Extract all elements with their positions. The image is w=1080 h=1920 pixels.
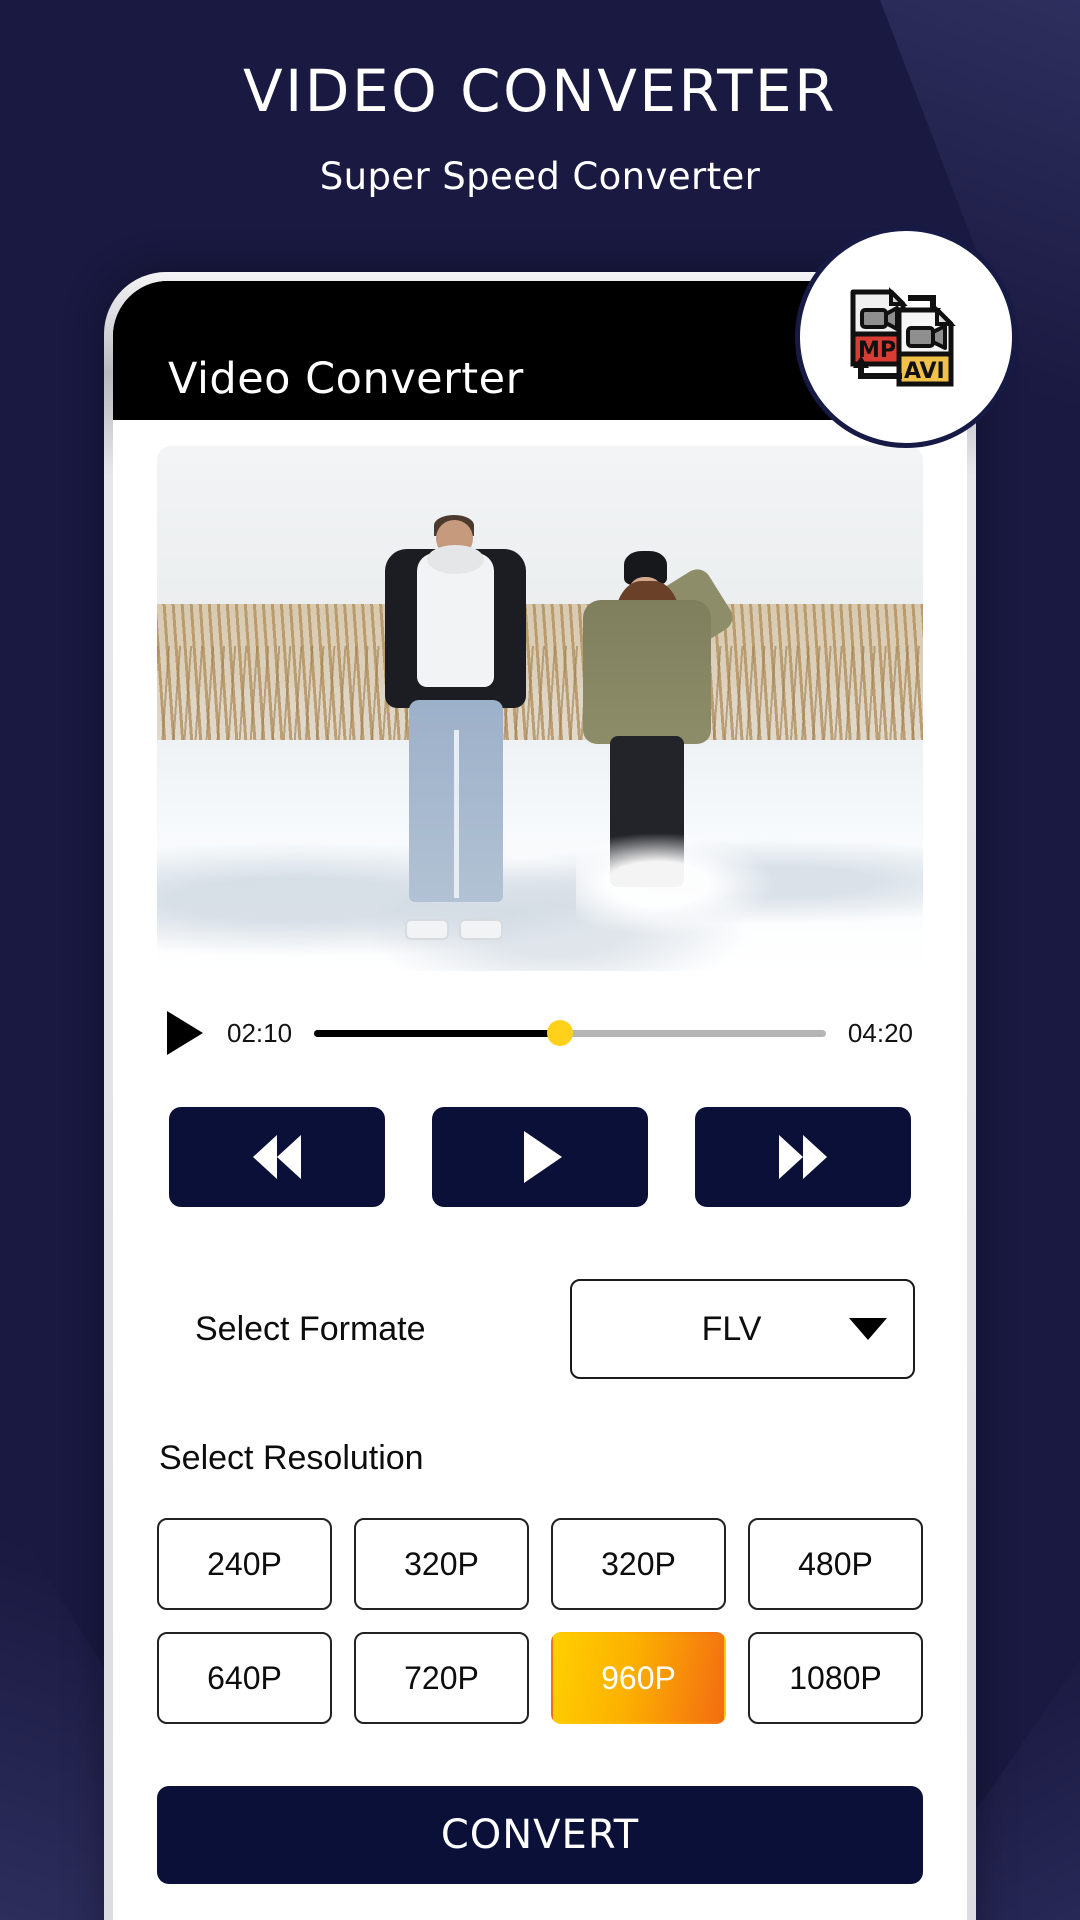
rewind-button[interactable] <box>169 1107 385 1207</box>
resolution-label: Select Resolution <box>159 1439 424 1477</box>
seek-bar-row: 02:10 04:20 <box>157 1011 923 1055</box>
convert-button[interactable]: CONVERT <box>157 1786 923 1884</box>
seek-progress-fill <box>314 1029 560 1037</box>
scene-snow-shadows <box>157 792 923 971</box>
page-subtitle: Super Speed Converter <box>319 154 761 198</box>
play-button[interactable] <box>432 1107 648 1207</box>
forward-button[interactable] <box>695 1107 911 1207</box>
rewind-icon <box>253 1135 301 1179</box>
seek-slider[interactable] <box>314 1018 826 1048</box>
play-icon <box>524 1131 562 1183</box>
mp4-to-avi-convert-icon: MP4 AVI <box>850 287 956 387</box>
transport-controls <box>157 1107 923 1207</box>
fast-forward-icon <box>779 1135 827 1179</box>
svg-text:AVI: AVI <box>904 359 945 384</box>
chevron-down-icon <box>849 1318 887 1340</box>
app-bar-title: Video Converter <box>168 354 524 404</box>
resolution-option-480p[interactable]: 480P <box>748 1518 923 1610</box>
current-time-label: 02:10 <box>227 1017 293 1048</box>
resolution-option-640p[interactable]: 640P <box>157 1632 332 1724</box>
resolution-option-320p[interactable]: 320P <box>551 1518 726 1610</box>
video-preview-image <box>157 446 923 971</box>
phone-mockup: Video Converter 02:10 04:20 Select Forma… <box>104 272 976 1920</box>
resolution-options: 240P 320P 320P 480P 640P 720P 960P 1080P <box>157 1518 923 1724</box>
video-preview[interactable] <box>157 446 923 971</box>
play-icon[interactable] <box>167 1011 203 1055</box>
resolution-option-1080p[interactable]: 1080P <box>748 1632 923 1724</box>
phone-screen: Video Converter 02:10 04:20 Select Forma… <box>113 281 967 1920</box>
app-logo-badge: MP4 AVI <box>795 226 1017 448</box>
resolution-option-320p[interactable]: 320P <box>354 1518 529 1610</box>
resolution-option-720p[interactable]: 720P <box>354 1632 529 1724</box>
app-content: 02:10 04:20 Select Formate FLV Select Re… <box>113 420 967 1920</box>
total-time-label: 04:20 <box>847 1017 913 1048</box>
resolution-option-960p[interactable]: 960P <box>551 1632 726 1724</box>
scene-figure-woman <box>563 551 779 937</box>
seek-thumb[interactable] <box>546 1020 573 1046</box>
format-dropdown[interactable]: FLV <box>570 1279 915 1379</box>
resolution-option-240p[interactable]: 240P <box>157 1518 332 1610</box>
page-title: VIDEO CONVERTER <box>243 57 837 125</box>
scene-figure-man <box>371 515 540 940</box>
format-label: Select Formate <box>195 1309 426 1348</box>
format-row: Select Formate FLV <box>157 1279 923 1379</box>
format-selected-value: FLV <box>701 1309 762 1348</box>
hero-header: VIDEO CONVERTER Super Speed Converter <box>0 0 1080 198</box>
